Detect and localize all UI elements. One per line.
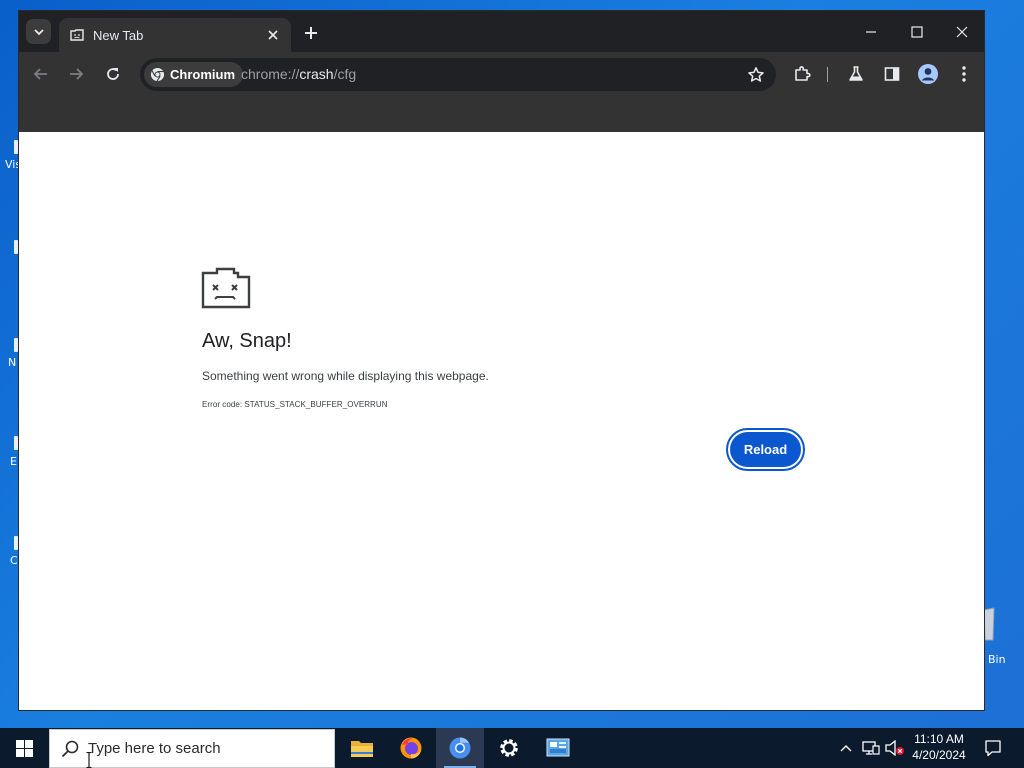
- reload-button-label: Reload: [730, 432, 801, 467]
- desktop-label-fragment: C: [10, 554, 18, 567]
- refresh-icon: [107, 68, 119, 80]
- sad-tab-favicon-icon: [70, 29, 84, 41]
- side-panel-button[interactable]: [880, 62, 904, 86]
- arrow-left-icon: [33, 68, 47, 80]
- toolbar-separator: [827, 67, 828, 82]
- minimize-button[interactable]: [848, 11, 894, 52]
- side-panel-icon: [884, 67, 900, 81]
- url-text[interactable]: chrome://crash/cfg: [241, 66, 356, 82]
- recycle-bin-label: Bin: [988, 653, 1006, 666]
- taskbar-file-explorer[interactable]: [338, 728, 386, 768]
- clock-date: 4/20/2024: [912, 748, 966, 762]
- show-hidden-icons-button[interactable]: [836, 738, 856, 758]
- star-icon: [748, 67, 764, 82]
- close-icon: [268, 30, 278, 40]
- more-vertical-icon: [962, 66, 966, 82]
- notification-center-button[interactable]: [978, 728, 1008, 768]
- minimize-icon: [866, 30, 876, 33]
- new-tab-button[interactable]: [301, 23, 321, 43]
- close-icon: [956, 26, 968, 37]
- profile-button[interactable]: [916, 62, 940, 86]
- chromium-logo-icon: [150, 67, 165, 82]
- page-content: Aw, Snap! Something went wrong while dis…: [19, 132, 984, 710]
- url-host: crash: [299, 66, 334, 82]
- taskbar: Type here to search 11:10 AM 4/20/2024: [0, 728, 1024, 768]
- notification-icon: [985, 740, 1001, 757]
- error-code: Error code: STATUS_STACK_BUFFER_OVERRUN: [202, 400, 388, 409]
- taskbar-settings[interactable]: [485, 728, 533, 768]
- maximize-icon: [911, 25, 923, 38]
- taskbar-chromium[interactable]: [436, 728, 484, 768]
- flask-icon: [849, 66, 863, 81]
- puzzle-piece-icon: [795, 66, 811, 81]
- tab-close-button[interactable]: [265, 27, 281, 43]
- forward-button[interactable]: [64, 62, 88, 86]
- desktop-label-fragment: E: [10, 455, 17, 468]
- url-path: /cfg: [333, 66, 357, 82]
- chevron-up-icon: [840, 745, 852, 752]
- search-placeholder: Type here to search: [88, 740, 221, 757]
- reload-button[interactable]: Reload: [726, 428, 805, 471]
- reload-toolbar-button[interactable]: [101, 62, 125, 86]
- maximize-button[interactable]: [894, 11, 940, 52]
- chevron-down-icon: [33, 28, 44, 35]
- avatar-icon: [918, 64, 938, 84]
- browser-window: New Tab Chromium chrome://crash/cfg Aw, …: [18, 10, 985, 711]
- close-window-button[interactable]: [939, 11, 984, 52]
- file-explorer-icon: [351, 741, 373, 757]
- text-cursor-icon: [86, 752, 92, 768]
- tab-title: New Tab: [93, 27, 144, 43]
- site-info-chip[interactable]: Chromium: [144, 62, 243, 87]
- firefox-icon: [400, 737, 422, 759]
- tab-new-tab[interactable]: New Tab: [59, 18, 291, 52]
- arrow-right-icon: [70, 68, 84, 80]
- sad-folder-icon: [201, 267, 251, 309]
- search-icon: [61, 740, 79, 757]
- taskbar-firefox[interactable]: [387, 728, 435, 768]
- clock-time: 11:10 AM: [914, 732, 964, 746]
- address-bar[interactable]: Chromium chrome://crash/cfg: [140, 58, 776, 91]
- taskbar-control-panel[interactable]: [534, 728, 582, 768]
- control-panel-icon: [546, 738, 570, 757]
- start-button[interactable]: [0, 728, 48, 768]
- settings-icon: [500, 739, 518, 757]
- desktop-label-fragment: N: [8, 356, 17, 369]
- site-chip-label: Chromium: [170, 67, 235, 82]
- plus-icon: [305, 27, 317, 39]
- error-message: Something went wrong while displaying th…: [202, 369, 489, 383]
- network-button[interactable]: [861, 738, 881, 758]
- windows-logo-icon: [15, 739, 33, 757]
- tab-search-button[interactable]: [26, 19, 51, 44]
- chromium-icon: [449, 737, 471, 759]
- error-heading: Aw, Snap!: [202, 330, 292, 352]
- network-icon: [862, 741, 880, 755]
- url-scheme: chrome://: [241, 66, 300, 82]
- browser-toolbar: Chromium chrome://crash/cfg: [19, 52, 984, 97]
- title-bar: New Tab: [19, 11, 984, 52]
- menu-button[interactable]: [952, 62, 976, 86]
- bookmarks-bar: [19, 97, 984, 132]
- bookmark-star-button[interactable]: [746, 65, 766, 85]
- taskbar-clock[interactable]: 11:10 AM 4/20/2024: [902, 731, 976, 765]
- labs-button[interactable]: [844, 62, 868, 86]
- extensions-button[interactable]: [790, 62, 814, 86]
- back-button[interactable]: [29, 62, 53, 86]
